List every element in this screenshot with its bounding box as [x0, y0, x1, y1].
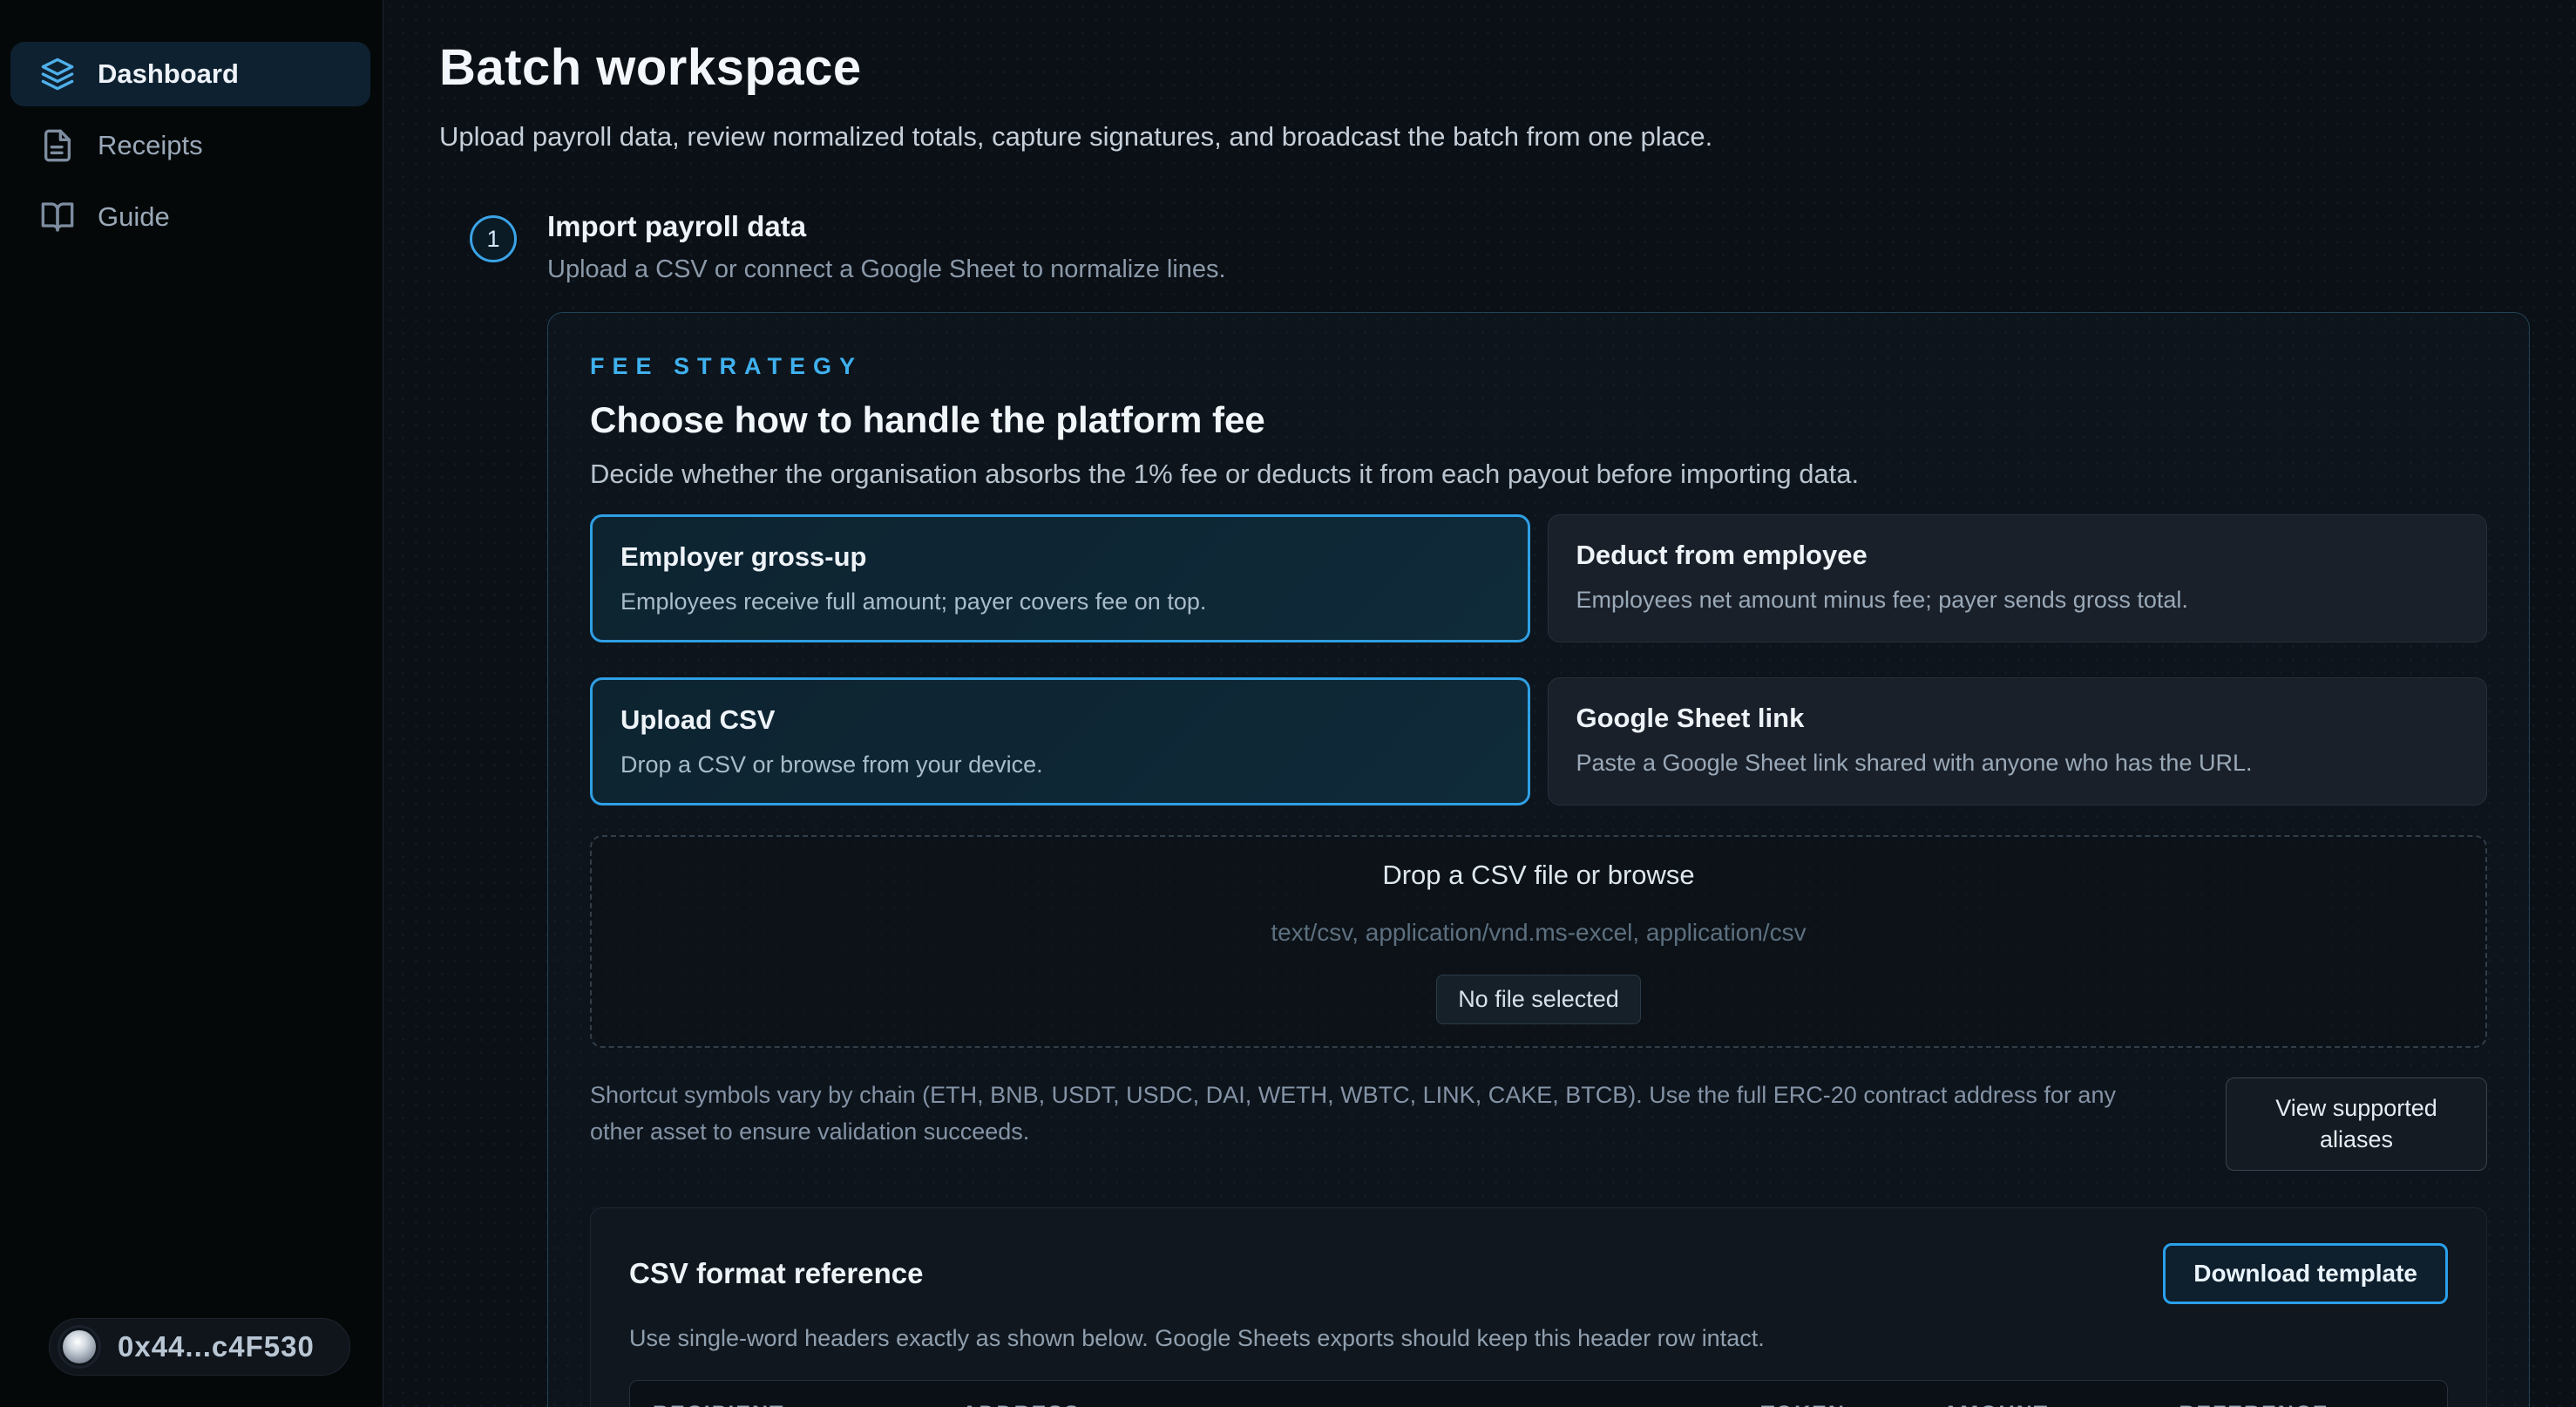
column-header-token: TOKEN: [1739, 1381, 1921, 1407]
option-title: Google Sheet link: [1576, 703, 2459, 734]
dropzone-title: Drop a CSV file or browse: [1382, 860, 1694, 891]
step-title: Import payroll data: [547, 210, 2530, 243]
option-title: Upload CSV: [620, 704, 1500, 736]
fee-strategy-title: Choose how to handle the platform fee: [590, 399, 2487, 441]
column-header-reference: REFERENCE: [2156, 1381, 2447, 1407]
sidebar-item-label: Receipts: [98, 130, 203, 161]
view-aliases-button[interactable]: View supported aliases: [2226, 1077, 2487, 1171]
aliases-note: Shortcut symbols vary by chain (ETH, BNB…: [590, 1077, 2173, 1151]
book-open-icon: [40, 200, 75, 234]
option-title: Employer gross-up: [620, 541, 1500, 573]
option-card-google-sheet[interactable]: Google Sheet link Paste a Google Sheet l…: [1548, 677, 2488, 805]
file-status-badge: No file selected: [1436, 975, 1641, 1024]
main-content: Batch workspace Upload payroll data, rev…: [383, 0, 2576, 1407]
download-template-button[interactable]: Download template: [2163, 1243, 2448, 1304]
csv-reference-title: CSV format reference: [629, 1257, 923, 1290]
option-card-deduct-employee[interactable]: Deduct from employee Employees net amoun…: [1548, 514, 2488, 642]
workflow-steps: 1 Import payroll data Upload a CSV or co…: [439, 210, 2530, 1407]
sidebar-item-label: Guide: [98, 201, 170, 233]
option-description: Employees receive full amount; payer cov…: [620, 588, 1500, 615]
column-header-address: ADDRESS: [939, 1381, 1738, 1407]
sidebar-item-receipts[interactable]: Receipts: [10, 113, 370, 178]
fee-strategy-description: Decide whether the organisation absorbs …: [590, 459, 2487, 490]
csv-reference-subtitle: Use single-word headers exactly as shown…: [629, 1325, 2448, 1352]
app-window: Dashboard Receipts Guide: [0, 0, 2576, 1407]
option-description: Paste a Google Sheet link shared with an…: [1576, 750, 2459, 777]
csv-reference-header: CSV format reference Download template: [629, 1243, 2448, 1304]
step-number: 1: [470, 215, 517, 262]
step-header: Import payroll data Upload a CSV or conn…: [547, 210, 2530, 284]
option-card-employer-grossup[interactable]: Employer gross-up Employees receive full…: [590, 514, 1530, 642]
column-header-amount: AMOUNT: [1920, 1381, 2156, 1407]
sidebar: Dashboard Receipts Guide: [0, 0, 383, 1407]
aliases-note-row: Shortcut symbols vary by chain (ETH, BNB…: [590, 1077, 2487, 1171]
layers-icon: [40, 57, 75, 92]
file-text-icon: [40, 128, 75, 163]
page-title: Batch workspace: [439, 38, 2530, 97]
csv-reference-section: CSV format reference Download template U…: [590, 1207, 2487, 1407]
option-description: Employees net amount minus fee; payer se…: [1576, 587, 2459, 614]
page-subtitle: Upload payroll data, review normalized t…: [439, 121, 2530, 153]
option-card-upload-csv[interactable]: Upload CSV Drop a CSV or browse from you…: [590, 677, 1530, 805]
csv-reference-table: RECIPIENT ADDRESS TOKEN AMOUNT REFERENCE…: [629, 1380, 2448, 1407]
column-header-recipient: RECIPIENT: [630, 1381, 939, 1407]
sidebar-item-guide[interactable]: Guide: [10, 185, 370, 249]
fee-strategy-panel: FEE STRATEGY Choose how to handle the pl…: [547, 312, 2530, 1407]
wallet-pill[interactable]: 0x44...c4F530: [49, 1318, 350, 1376]
option-description: Drop a CSV or browse from your device.: [620, 751, 1500, 778]
fee-and-source-options: Employer gross-up Employees receive full…: [590, 514, 2487, 805]
fee-strategy-eyebrow: FEE STRATEGY: [590, 353, 2487, 380]
option-title: Deduct from employee: [1576, 540, 2459, 571]
dropzone-accepted-types: text/csv, application/vnd.ms-excel, appl…: [1271, 919, 1806, 947]
csv-dropzone[interactable]: Drop a CSV file or browse text/csv, appl…: [590, 835, 2487, 1048]
step-indicator: 1: [439, 210, 547, 284]
wallet-address: 0x44...c4F530: [118, 1330, 315, 1363]
table-header-row: RECIPIENT ADDRESS TOKEN AMOUNT REFERENCE: [630, 1381, 2447, 1407]
sidebar-item-dashboard[interactable]: Dashboard: [10, 42, 370, 106]
sidebar-item-label: Dashboard: [98, 58, 239, 90]
wallet-avatar: [60, 1328, 98, 1366]
step-subtitle: Upload a CSV or connect a Google Sheet t…: [547, 255, 2530, 284]
